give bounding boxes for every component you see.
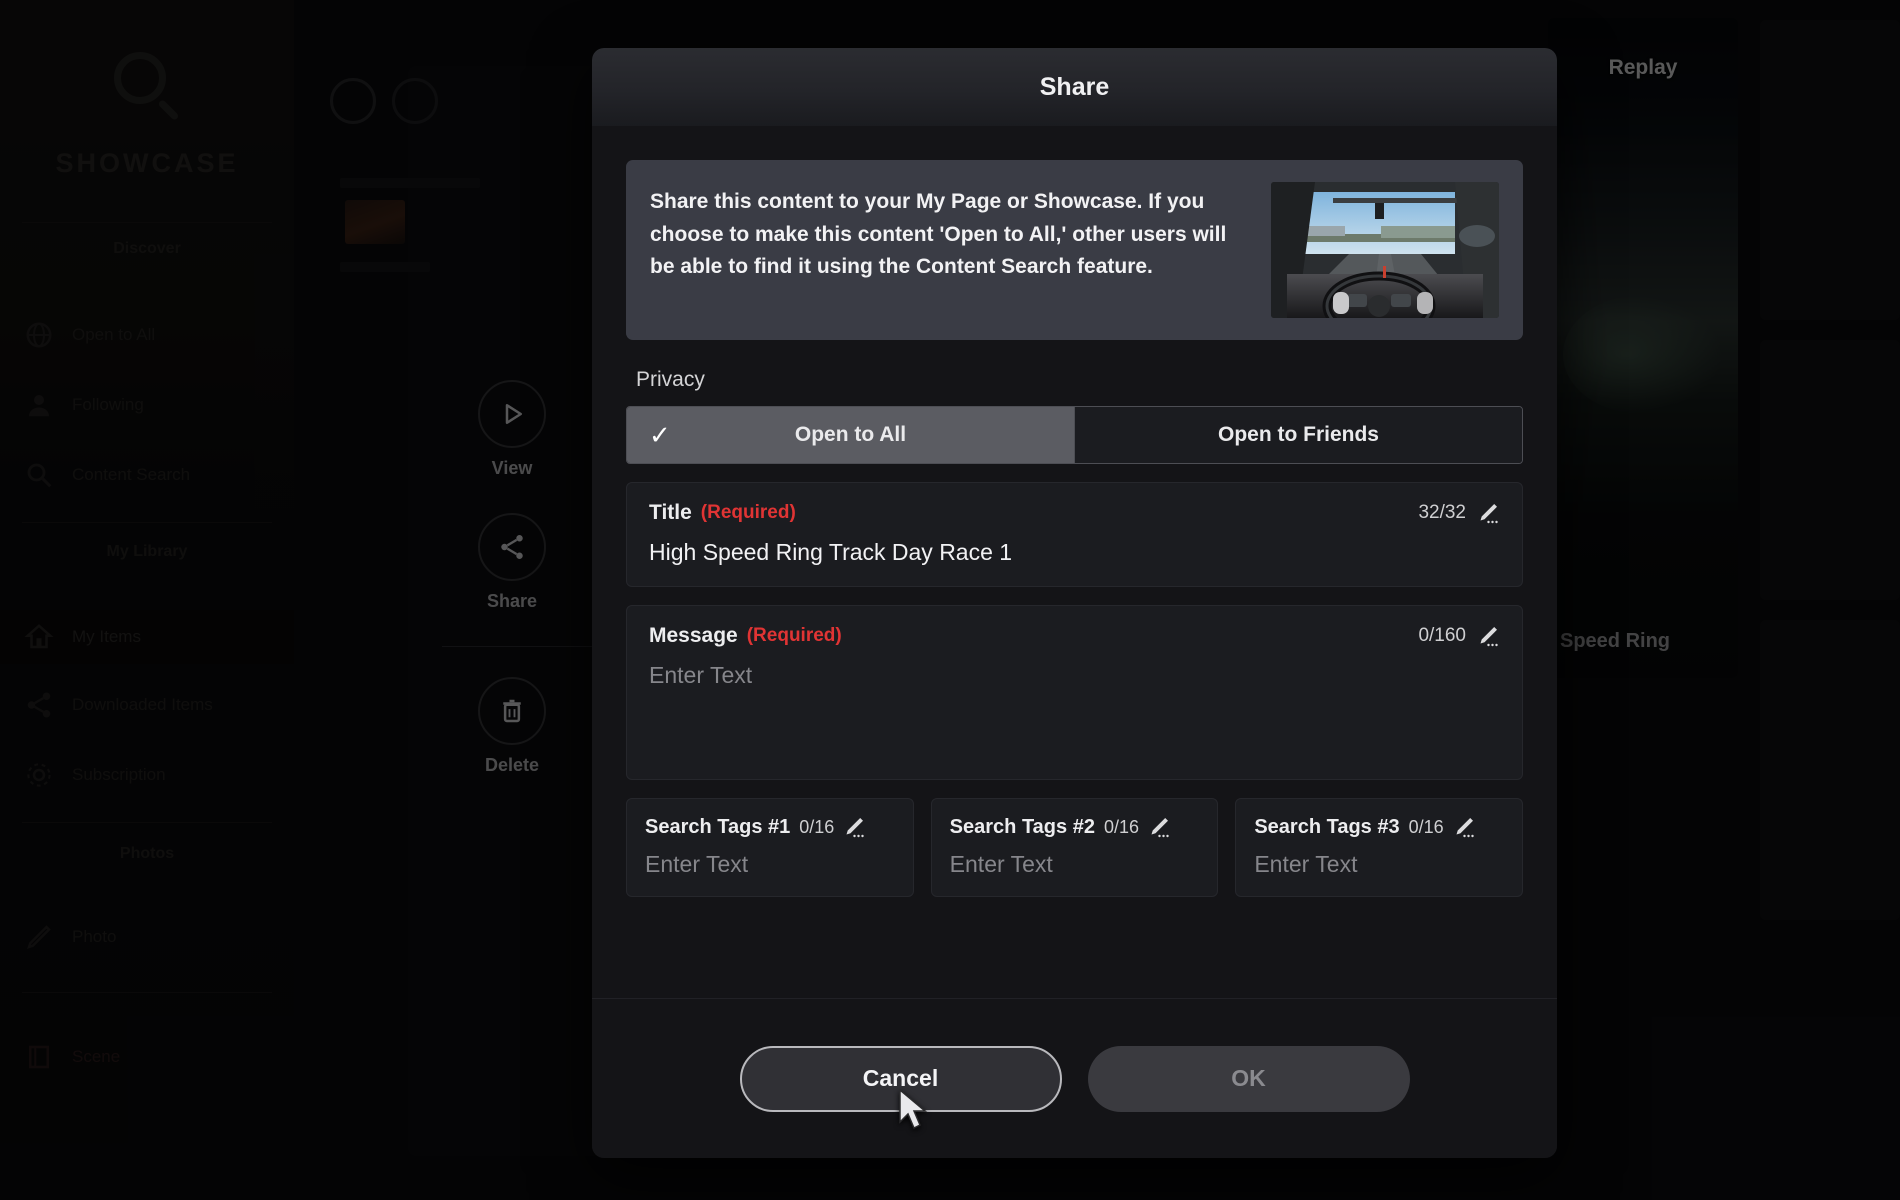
dialog-header: Share — [592, 48, 1557, 126]
search-tag-1-header: Search Tags #1 0/16 — [645, 815, 895, 839]
title-field-value: High Speed Ring Track Day Race 1 — [649, 539, 1013, 565]
title-field-card[interactable]: Title (Required) 32/32 High Speed Ring T… — [626, 482, 1523, 587]
search-tag-2-placeholder: Enter Text — [949, 851, 1053, 877]
description-text: Share this content to your My Page or Sh… — [650, 190, 1227, 279]
search-tag-1-counter: 0/16 — [799, 816, 835, 837]
search-tag-3-counter: 0/16 — [1408, 816, 1444, 837]
title-required-tag: (Required) — [700, 502, 796, 523]
privacy-option-open-to-all[interactable]: ✓ Open to All — [627, 407, 1074, 463]
message-required-tag: (Required) — [746, 625, 842, 646]
search-tags-row: Search Tags #1 0/16 Enter Text Search Ta… — [626, 798, 1524, 897]
message-field-header: Message (Required) 0/160 — [649, 624, 1500, 648]
privacy-option-label: Open to All — [794, 423, 907, 446]
dialog-title: Share — [1039, 72, 1110, 101]
search-tag-2-label: Search Tags #2 — [949, 815, 1095, 838]
search-tag-1-card[interactable]: Search Tags #1 0/16 Enter Text — [626, 798, 914, 897]
message-char-counter: 0/160 — [1418, 625, 1466, 646]
search-tag-3-label: Search Tags #3 — [1254, 815, 1400, 838]
search-tag-1-placeholder: Enter Text — [645, 851, 749, 877]
pencil-icon[interactable] — [842, 815, 866, 839]
pencil-icon[interactable] — [1452, 815, 1476, 839]
content-thumbnail — [1271, 182, 1499, 318]
cancel-button[interactable]: Cancel — [739, 1045, 1062, 1112]
pencil-icon[interactable] — [1476, 501, 1500, 525]
message-field-card[interactable]: Message (Required) 0/160 Enter Text — [626, 605, 1523, 780]
search-tag-3-header: Search Tags #3 0/16 — [1254, 815, 1504, 839]
pencil-icon[interactable] — [1476, 624, 1500, 648]
description-card: Share this content to your My Page or Sh… — [626, 160, 1523, 340]
message-field-label: Message — [649, 624, 738, 647]
search-tag-1-label: Search Tags #1 — [645, 815, 791, 838]
ok-button[interactable]: OK — [1087, 1045, 1410, 1112]
privacy-segmented-control: ✓ Open to All Open to Friends — [626, 406, 1523, 464]
privacy-option-label: Open to Friends — [1217, 423, 1379, 446]
search-tag-2-counter: 0/16 — [1103, 816, 1139, 837]
screen-root: SHOWCASE Discover Open to All Following — [0, 0, 1900, 1200]
pencil-icon[interactable] — [1147, 815, 1171, 839]
share-dialog: Share Share this content to your My Page… — [592, 48, 1557, 1158]
privacy-label: Privacy — [636, 368, 705, 391]
search-tag-3-card[interactable]: Search Tags #3 0/16 Enter Text — [1235, 798, 1524, 897]
search-tag-2-card[interactable]: Search Tags #2 0/16 Enter Text — [930, 798, 1219, 897]
search-tag-3-placeholder: Enter Text — [1254, 851, 1358, 877]
check-icon: ✓ — [649, 419, 671, 450]
message-field-placeholder: Enter Text — [649, 662, 753, 688]
title-char-counter: 32/32 — [1418, 502, 1466, 523]
cockpit-view-image — [1271, 182, 1499, 318]
title-field-header: Title (Required) 32/32 — [649, 501, 1500, 525]
search-tag-2-header: Search Tags #2 0/16 — [950, 815, 1200, 839]
title-field-label: Title — [649, 501, 692, 524]
privacy-option-open-to-friends[interactable]: Open to Friends — [1075, 407, 1522, 463]
dialog-footer: Cancel OK — [592, 998, 1557, 1158]
dialog-body: Share this content to your My Page or Sh… — [592, 126, 1557, 998]
